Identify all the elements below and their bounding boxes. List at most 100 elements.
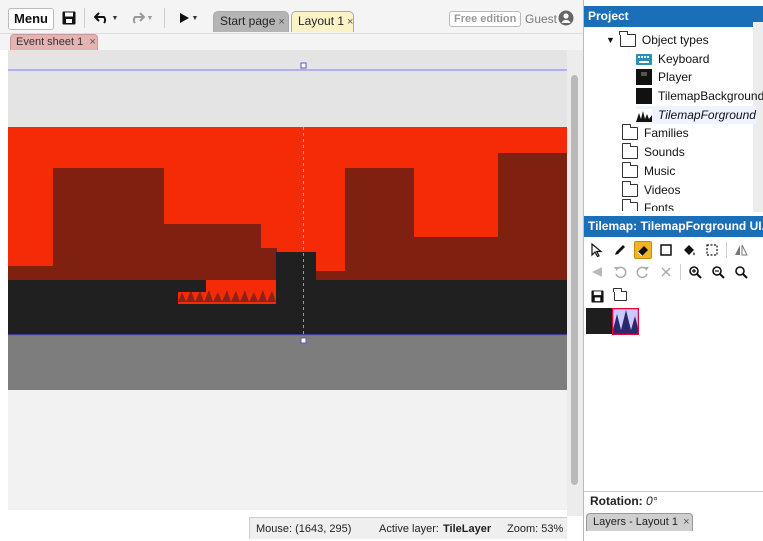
tree-label: Sounds <box>644 145 685 159</box>
select-tool[interactable] <box>703 241 721 259</box>
redo-button[interactable]: ▼ <box>127 8 155 28</box>
sprite-icon <box>636 69 652 85</box>
tree-object-types[interactable]: ▼ Object types <box>606 30 709 49</box>
user-name[interactable]: Guest <box>525 11 557 27</box>
rotation-readout: Rotation: 0° <box>590 494 657 508</box>
toolbar-separator <box>84 8 85 28</box>
scroll-thumb[interactable] <box>571 75 578 485</box>
open-brush-button[interactable] <box>611 287 629 305</box>
mouse-position: Mouse: (1643, 295) <box>256 523 352 535</box>
preview-button[interactable]: ▼ <box>174 8 202 28</box>
layout-margin <box>8 50 567 127</box>
close-icon[interactable]: × <box>89 36 95 48</box>
free-edition-badge[interactable]: Free edition <box>449 11 522 27</box>
pencil-icon <box>615 245 625 255</box>
save-brush-button[interactable] <box>588 287 606 305</box>
zoom-out-button[interactable] <box>709 263 727 281</box>
tree-folder-fonts[interactable]: Fonts <box>621 199 675 211</box>
tilemap-fg-icon <box>636 108 652 122</box>
tile-palette[interactable] <box>586 308 763 493</box>
save-button[interactable] <box>61 8 77 28</box>
tab-layout-1[interactable]: Layout 1 × <box>291 11 354 32</box>
marquee-icon <box>706 244 718 256</box>
layout-view[interactable] <box>8 50 567 510</box>
tilemap-tools-row-3 <box>588 287 629 305</box>
right-panel: Project ▼ Object types Keyboard Player T… <box>583 0 763 541</box>
eraser-tool[interactable] <box>634 241 652 259</box>
user-account-icon[interactable] <box>558 10 574 26</box>
tile-empty[interactable] <box>586 308 612 334</box>
cursor-icon <box>591 243 603 257</box>
tree-clip: Fonts <box>584 199 753 211</box>
zoom-reset-button[interactable] <box>732 263 750 281</box>
rotate-right-icon <box>636 266 649 279</box>
construct-editor: Menu ▼ ▼ ▼ Start page × Layout 1 × Free ed… <box>0 0 763 541</box>
tab-label: Start page <box>220 14 276 28</box>
tab-label: Layers - Layout 1 <box>593 516 678 528</box>
tree-label: Fonts <box>644 201 675 211</box>
save-icon <box>62 11 76 25</box>
layout-canvas[interactable] <box>8 50 567 510</box>
active-layer-label: Active layer: <box>379 523 439 535</box>
divider <box>584 491 763 492</box>
layout-margin <box>8 390 567 510</box>
tab-layers[interactable]: Layers - Layout 1 × <box>586 513 693 531</box>
fill-tool[interactable] <box>680 241 698 259</box>
layout-scrollbar[interactable] <box>567 50 583 516</box>
tree-label: TilemapForground <box>658 108 756 122</box>
rotate-ccw-tool[interactable] <box>611 263 629 281</box>
tab-label: Event sheet 1 <box>16 36 84 48</box>
resize-handle <box>300 337 307 344</box>
tree-label: Object types <box>641 33 709 47</box>
tree-label: TilemapBackground <box>658 89 763 103</box>
close-icon[interactable]: × <box>347 16 353 28</box>
status-bar: Mouse: (1643, 295) Active layer: TileLay… <box>249 517 567 539</box>
zoom-icon <box>735 266 748 279</box>
tree-folder-videos[interactable]: Videos <box>621 180 681 199</box>
folder-icon <box>621 123 638 140</box>
flip-tool[interactable] <box>588 263 606 281</box>
tree-label: Player <box>658 70 693 84</box>
redo-dropdown-icon[interactable]: ▼ <box>147 15 154 22</box>
eraser-icon <box>637 246 648 257</box>
tree-folder-families[interactable]: Families <box>621 123 689 142</box>
tree-object-player[interactable]: Player <box>636 68 692 86</box>
play-icon <box>179 13 189 23</box>
tile-spikes[interactable] <box>612 308 639 335</box>
tree-folder-sounds[interactable]: Sounds <box>621 142 685 161</box>
tab-event-sheet-1[interactable]: Event sheet 1 × <box>10 34 98 50</box>
close-icon[interactable]: × <box>683 516 689 528</box>
tab-label: Layout 1 <box>298 14 345 28</box>
floor-layer <box>8 335 567 390</box>
tree-label: Videos <box>644 183 681 197</box>
menu-button[interactable]: Menu <box>8 8 54 30</box>
undo-button[interactable]: ▼ <box>92 8 120 28</box>
collapse-arrow-icon[interactable]: ▼ <box>606 35 615 45</box>
rotation-value: 0° <box>646 494 658 508</box>
tree-object-keyboard[interactable]: Keyboard <box>636 50 709 68</box>
pencil-tool[interactable] <box>611 241 629 259</box>
tree-object-tilemapbackground[interactable]: TilemapBackground <box>636 87 763 105</box>
tree-label: Music <box>644 164 676 178</box>
flip-icon <box>592 267 602 277</box>
close-icon <box>661 267 671 277</box>
resize-handle <box>300 62 307 69</box>
tree-folder-music[interactable]: Music <box>621 161 676 180</box>
preview-dropdown-icon[interactable]: ▼ <box>192 15 199 22</box>
zoom-out-icon <box>712 266 725 279</box>
undo-dropdown-icon[interactable]: ▼ <box>112 15 119 22</box>
close-icon[interactable]: × <box>278 16 284 28</box>
tab-start-page[interactable]: Start page × <box>213 11 289 32</box>
tree-label: Families <box>644 126 689 140</box>
rectangle-tool[interactable] <box>657 241 675 259</box>
zoom-in-button[interactable] <box>686 263 704 281</box>
toolbar-separator <box>164 8 165 28</box>
tree-label: Keyboard <box>658 52 710 66</box>
rotate-cw-tool[interactable] <box>634 263 652 281</box>
rotate-left-icon <box>614 266 627 279</box>
tree-object-tilemapforground[interactable]: TilemapForground <box>636 106 756 124</box>
mirror-tool[interactable] <box>732 241 750 259</box>
pointer-tool[interactable] <box>588 241 606 259</box>
tool-separator <box>680 264 681 280</box>
reset-tool[interactable] <box>657 263 675 281</box>
